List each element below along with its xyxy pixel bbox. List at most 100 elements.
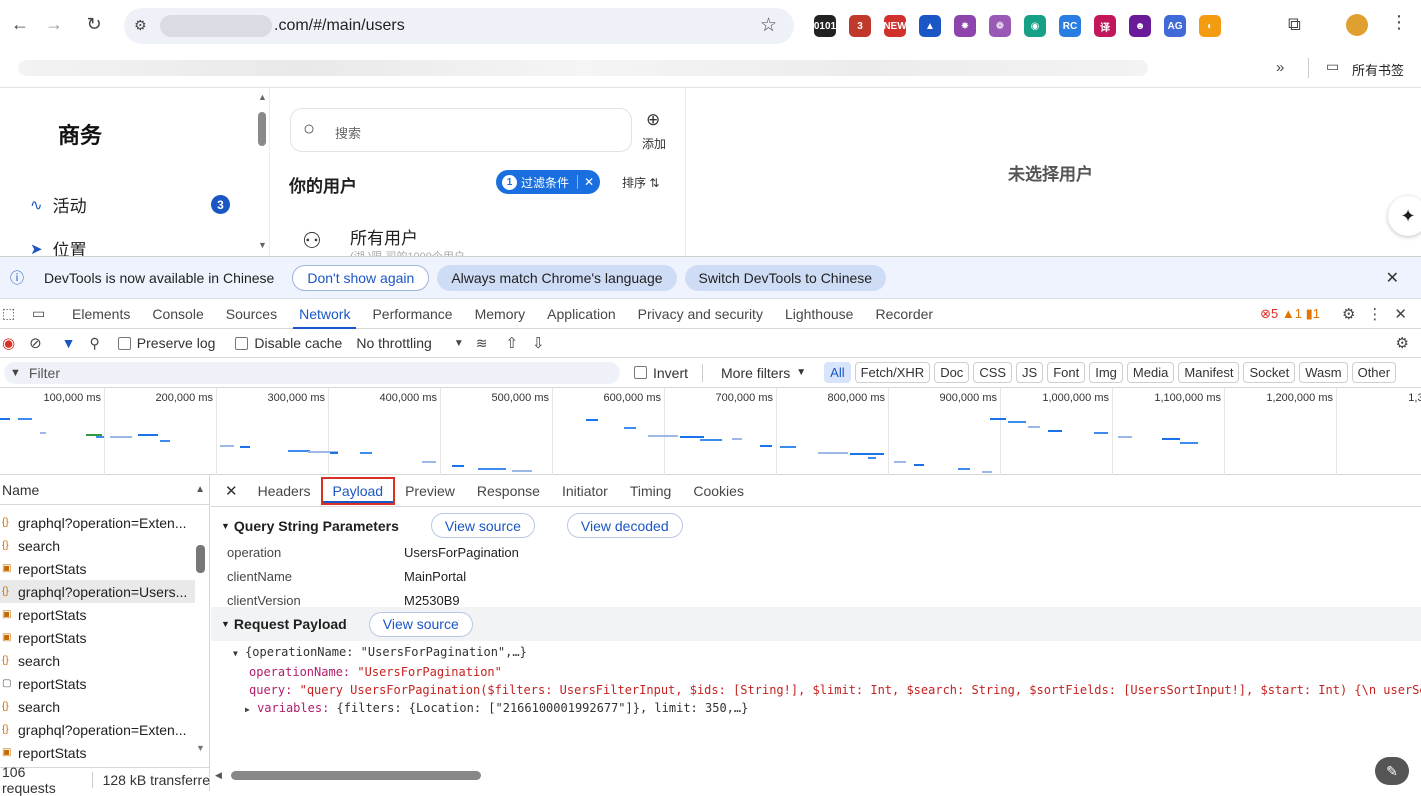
profile-avatar[interactable] bbox=[1346, 14, 1368, 36]
import-har-icon[interactable]: ⇧ bbox=[505, 334, 518, 352]
inspect-element-icon[interactable]: ⬚ bbox=[2, 305, 24, 322]
query-param-row[interactable]: operation UsersForPagination bbox=[227, 545, 827, 569]
bookmark-star-icon[interactable]: ☆ bbox=[760, 14, 777, 37]
filter-chip-fetchxhr[interactable]: Fetch/XHR bbox=[854, 362, 931, 383]
settings-icon[interactable]: ⚙ bbox=[1342, 305, 1355, 323]
request-row[interactable]: {} graphql?operation=Exten... bbox=[0, 718, 195, 741]
add-icon[interactable]: ⊕ bbox=[646, 110, 660, 130]
bot-ext-icon[interactable]: ☻ bbox=[1129, 15, 1151, 37]
query-string-section-header[interactable]: ▼ Query String Parameters View source Vi… bbox=[221, 513, 683, 538]
always-match-button[interactable]: Always match Chrome's language bbox=[437, 264, 677, 291]
close-detail-icon[interactable]: ✕ bbox=[225, 482, 238, 500]
all-bookmarks-label[interactable]: 所有书签 bbox=[1352, 60, 1404, 79]
detail-tab-headers[interactable]: Headers bbox=[258, 483, 311, 499]
filter-chip-wasm[interactable]: Wasm bbox=[1299, 362, 1348, 383]
request-row[interactable]: {} search bbox=[0, 695, 195, 718]
collapse-triangle-icon[interactable]: ▼ bbox=[221, 521, 230, 531]
request-list-scrollbar[interactable] bbox=[196, 545, 205, 573]
request-row[interactable]: {} search bbox=[0, 649, 195, 672]
request-row[interactable]: ▣ reportStats bbox=[0, 626, 195, 649]
close-infobar-icon[interactable]: ✕ bbox=[1386, 268, 1399, 288]
request-row[interactable]: ▣ reportStats bbox=[0, 557, 195, 580]
add-label[interactable]: 添加 bbox=[642, 135, 666, 152]
request-row[interactable]: {} graphql?operation=Users... bbox=[0, 580, 195, 603]
query-param-row[interactable]: clientName MainPortal bbox=[227, 569, 827, 593]
triangle-ext-icon[interactable]: ▲ bbox=[919, 15, 941, 37]
scrollbar-thumb[interactable] bbox=[231, 771, 481, 780]
tab-recorder[interactable]: Recorder bbox=[875, 299, 933, 329]
forward-icon[interactable]: → bbox=[40, 14, 68, 35]
payload-view-source-button[interactable]: View source bbox=[368, 611, 473, 637]
ai-sparkle-icon[interactable]: ✦ bbox=[1388, 196, 1421, 236]
filter-chip-socket[interactable]: Socket bbox=[1243, 362, 1296, 383]
more-filters-button[interactable]: More filters bbox=[721, 365, 790, 381]
filter-chip-all[interactable]: All bbox=[824, 362, 851, 383]
filter-chip-other[interactable]: Other bbox=[1351, 362, 1397, 383]
payload-root[interactable]: ▼ {operationName: "UsersForPagination",…… bbox=[233, 645, 527, 659]
scrollbar-thumb[interactable] bbox=[258, 112, 266, 146]
more-bookmarks-icon[interactable]: » bbox=[1276, 59, 1284, 76]
filter-input[interactable]: ▼ Filter bbox=[4, 361, 620, 384]
badge-ext-icon[interactable]: 3 bbox=[849, 15, 871, 37]
chevron-down-icon[interactable]: ▼ bbox=[454, 338, 464, 349]
sidebar-scrollbar[interactable]: ▲ ▼ bbox=[256, 92, 268, 252]
filter-chip-font[interactable]: Font bbox=[1047, 362, 1086, 383]
record-icon[interactable]: ◉ bbox=[2, 334, 15, 352]
tab-privacy-and-security[interactable]: Privacy and security bbox=[638, 299, 763, 329]
filter-clear-icon[interactable]: ✕ bbox=[577, 175, 594, 189]
sort-button[interactable]: 排序 ⇅ bbox=[622, 174, 659, 191]
site-info-icon[interactable]: ⚙ bbox=[134, 17, 147, 34]
detail-tab-timing[interactable]: Timing bbox=[630, 483, 672, 499]
error-count[interactable]: ⊗5 ▲1 ▮1 bbox=[1260, 306, 1320, 322]
magic-wand-icon[interactable]: ✎ bbox=[1375, 757, 1409, 785]
collapse-triangle-icon[interactable]: ▼ bbox=[221, 619, 230, 629]
request-row[interactable]: {} search bbox=[0, 534, 195, 557]
view-decoded-button[interactable]: View decoded bbox=[566, 513, 683, 538]
scroll-down-icon[interactable]: ▼ bbox=[196, 743, 205, 753]
dont-show-again-button[interactable]: Don't show again bbox=[292, 264, 430, 291]
network-settings-icon[interactable]: ⚙ bbox=[1396, 334, 1409, 352]
search-icon[interactable]: ⚲ bbox=[90, 335, 100, 352]
detail-tab-response[interactable]: Response bbox=[477, 483, 540, 499]
payload-query-row[interactable]: query: "query UsersForPagination($filter… bbox=[249, 683, 1421, 697]
tab-application[interactable]: Application bbox=[547, 299, 616, 329]
new-ext-icon[interactable]: NEW bbox=[883, 15, 907, 37]
request-row[interactable]: ▢ reportStats bbox=[0, 672, 195, 695]
filter-chip-doc[interactable]: Doc bbox=[934, 362, 970, 383]
filter-chip-js[interactable]: JS bbox=[1016, 362, 1044, 383]
invert-checkbox[interactable]: Invert bbox=[634, 365, 688, 381]
detail-tab-preview[interactable]: Preview bbox=[405, 483, 455, 499]
device-toolbar-icon[interactable]: ▭ bbox=[32, 305, 72, 322]
nav-item-activity[interactable]: ∿ 活动 3 bbox=[30, 192, 230, 217]
eye-ext-icon[interactable]: ◉ bbox=[1024, 15, 1046, 37]
request-row[interactable]: ▣ reportStats bbox=[0, 603, 195, 626]
back-icon[interactable]: ← bbox=[6, 14, 34, 35]
payload-variables-row[interactable]: ▶ variables: {filters: {Location: ["2166… bbox=[245, 701, 748, 715]
tab-network[interactable]: Network bbox=[293, 299, 357, 329]
more-options-icon[interactable]: ⋮ bbox=[1367, 305, 1382, 323]
close-devtools-icon[interactable]: ✕ bbox=[1394, 305, 1407, 323]
filter-funnel-icon[interactable]: ▼ bbox=[62, 335, 76, 351]
all-users-label[interactable]: 所有用户 bbox=[350, 224, 418, 249]
ag-ext-icon[interactable]: AG bbox=[1164, 15, 1186, 37]
translate-ext-icon[interactable]: 译 bbox=[1094, 15, 1116, 37]
throttling-select[interactable]: No throttling bbox=[356, 335, 431, 351]
disable-cache-checkbox[interactable]: Disable cache bbox=[235, 335, 342, 351]
rc-ext-icon[interactable]: RC bbox=[1059, 15, 1081, 37]
detail-tab-initiator[interactable]: Initiator bbox=[562, 483, 608, 499]
name-column-header[interactable]: Name ▲ bbox=[0, 475, 209, 505]
filter-chip[interactable]: 1 过滤条件 ✕ bbox=[496, 170, 601, 194]
clear-icon[interactable]: ⊘ bbox=[29, 334, 42, 352]
chrome-menu-icon[interactable]: ⋮ bbox=[1390, 12, 1408, 33]
gear-ext-icon[interactable]: ✸ bbox=[954, 15, 976, 37]
payload-opname-row[interactable]: operationName: "UsersForPagination" bbox=[249, 665, 502, 679]
chevron-down-icon[interactable]: ▼ bbox=[796, 367, 806, 378]
horizontal-scrollbar[interactable]: ◀ bbox=[215, 767, 1395, 785]
search-input[interactable]: ○ 搜索 bbox=[290, 108, 632, 152]
request-payload-section-header[interactable]: ▼ Request Payload View source bbox=[211, 607, 1421, 641]
sort-icon[interactable]: ▲ bbox=[195, 484, 205, 495]
address-bar[interactable]: ⚙ .com/#/main/users ☆ bbox=[124, 8, 794, 44]
view-source-button[interactable]: View source bbox=[430, 513, 535, 538]
reload-icon[interactable]: ↻ bbox=[80, 14, 108, 35]
extensions-puzzle-icon[interactable]: ⧉ bbox=[1288, 14, 1301, 35]
